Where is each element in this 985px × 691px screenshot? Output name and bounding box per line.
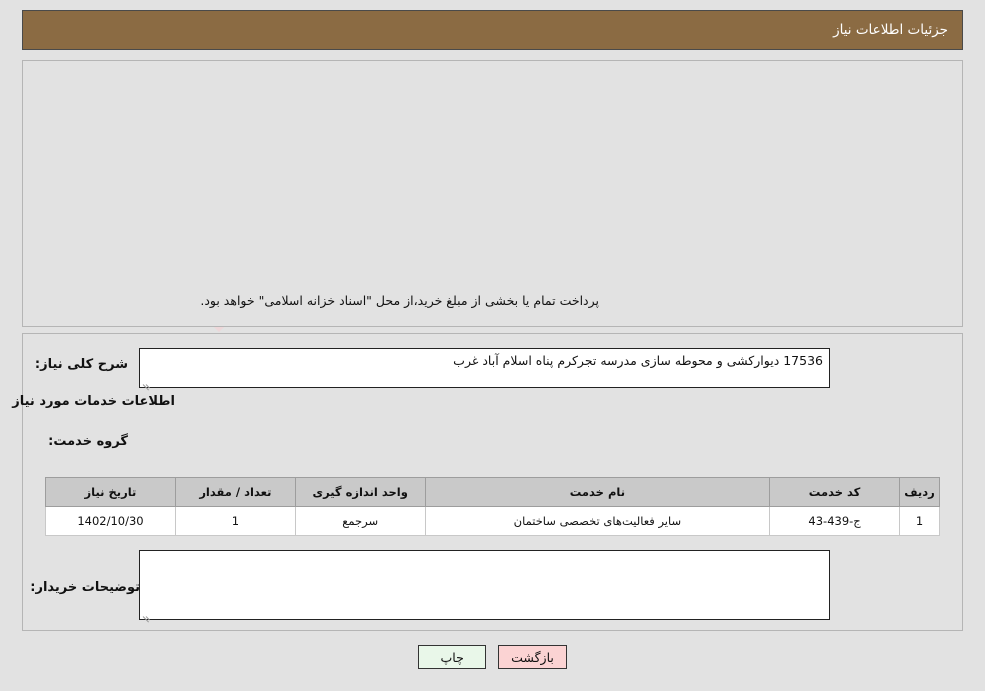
need-summary-label: شرح کلی نیاز: xyxy=(34,357,128,372)
col-need-date: تاریخ نیاز xyxy=(45,477,176,507)
col-service-code: کد خدمت xyxy=(769,477,901,507)
cell-quantity: 1 xyxy=(174,506,296,536)
need-summary-value: 17536 دیوارکشی و محوطه سازی مدرسه تجرکرم… xyxy=(453,353,823,368)
table-row: 1 ج-439-43 سایر فعالیت‌های تخصصی ساختمان… xyxy=(45,506,940,536)
col-quantity: تعداد / مقدار xyxy=(174,477,296,507)
buyer-notes-label: توضیحات خریدار: xyxy=(30,580,140,595)
services-section-heading: اطلاعات خدمات مورد نیاز xyxy=(12,394,175,409)
window-title-bar: جزئیات اطلاعات نیاز xyxy=(22,10,963,50)
cell-unit: سرجمع xyxy=(294,506,426,536)
resize-grip-icon[interactable] xyxy=(142,376,152,391)
table-header-row: ردیف کد خدمت نام خدمت واحد اندازه گیری ت… xyxy=(45,477,940,507)
cell-need-date: 1402/10/30 xyxy=(45,506,176,536)
services-table: ردیف کد خدمت نام خدمت واحد اندازه گیری ت… xyxy=(45,477,940,536)
need-summary-textarea[interactable]: 17536 دیوارکشی و محوطه سازی مدرسه تجرکرم… xyxy=(139,348,830,391)
page-root: AnaTender.net جزئیات اطلاعات نیاز شماره … xyxy=(0,0,985,691)
cell-service-name: سایر فعالیت‌های تخصصی ساختمان xyxy=(424,506,771,536)
purchase-process-note: پرداخت تمام یا بخشی از مبلغ خرید،از محل … xyxy=(200,293,599,308)
page-title: جزئیات اطلاعات نیاز xyxy=(833,22,948,38)
resize-grip-icon-notes[interactable] xyxy=(142,608,152,623)
action-button-bar: بازگشت چاپ xyxy=(0,645,985,669)
cell-service-code: ج-439-43 xyxy=(769,506,901,536)
col-row-no: ردیف xyxy=(899,477,940,507)
cell-row-no: 1 xyxy=(899,506,940,536)
print-button[interactable]: چاپ xyxy=(418,645,487,669)
back-button[interactable]: بازگشت xyxy=(498,645,567,669)
need-info-panel xyxy=(22,60,963,327)
col-unit: واحد اندازه گیری xyxy=(294,477,426,507)
buyer-notes-textarea[interactable] xyxy=(139,550,830,623)
buyer-notes-value xyxy=(140,551,829,555)
service-group-label: گروه خدمت: xyxy=(48,434,128,449)
col-service-name: نام خدمت xyxy=(424,477,771,507)
